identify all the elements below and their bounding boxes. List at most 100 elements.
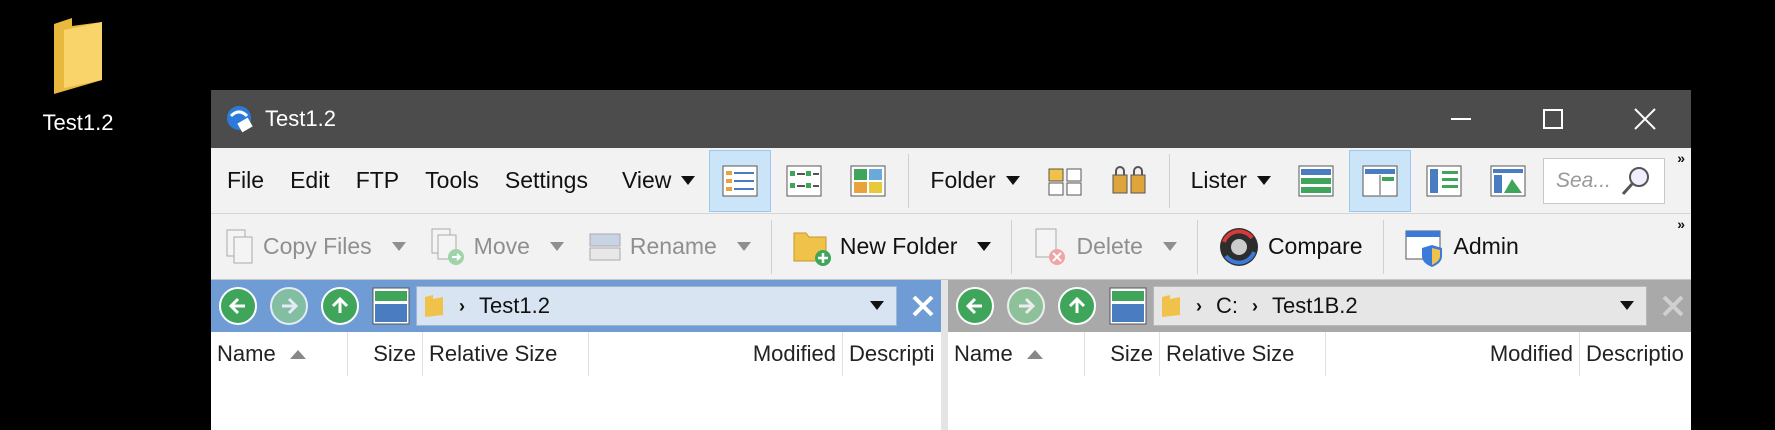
path-breadcrumb[interactable]: › Test1.2 — [416, 286, 897, 326]
parent-folder-button[interactable] — [321, 287, 359, 325]
close-icon — [1662, 295, 1684, 317]
column-description[interactable]: Descripti — [843, 332, 941, 376]
folder-lock-button[interactable] — [1098, 150, 1160, 212]
chevron-down-icon — [1005, 176, 1020, 185]
chevron-down-icon — [391, 242, 406, 251]
new-folder-label: New Folder — [839, 233, 958, 259]
menu-lister[interactable]: Lister — [1178, 148, 1284, 214]
search-field[interactable]: Sea... — [1543, 158, 1665, 204]
layout-horizontal-button[interactable] — [1285, 150, 1347, 212]
arrow-up-icon — [331, 296, 349, 313]
title-bar[interactable]: Test1.2 — [211, 90, 1691, 148]
search-icon — [1621, 167, 1649, 196]
delete-icon — [1035, 228, 1066, 265]
toolbar-separator — [1382, 219, 1384, 274]
overflow-chevron-icon[interactable]: » — [1677, 150, 1685, 166]
action-toolbar: Copy Files Move Rename New Folder Delete… — [211, 214, 1691, 280]
overflow-chevron-icon[interactable]: » — [1677, 216, 1685, 232]
folder-tabs-button[interactable] — [1034, 150, 1096, 212]
layout-viewer-button[interactable] — [1477, 150, 1539, 212]
close-icon — [1634, 108, 1656, 130]
column-name[interactable]: Name — [211, 332, 348, 376]
folder-icon — [54, 18, 102, 94]
column-size[interactable]: Size — [1085, 332, 1160, 376]
rename-button[interactable]: Rename — [576, 214, 763, 280]
breadcrumb-chevron-icon: › — [1252, 295, 1258, 316]
back-button[interactable] — [956, 287, 994, 325]
close-pane-button[interactable] — [905, 286, 941, 326]
back-button[interactable] — [219, 287, 257, 325]
maximize-icon — [1543, 109, 1563, 129]
delete-button[interactable]: Delete — [1020, 214, 1188, 280]
desktop-folder-icon[interactable]: Test1.2 — [28, 14, 128, 136]
view-list-button[interactable] — [773, 150, 835, 212]
forward-button[interactable] — [1007, 287, 1045, 325]
delete-label: Delete — [1076, 233, 1143, 259]
view-thumbnails-button[interactable] — [837, 150, 899, 212]
compare-button[interactable]: Compare — [1206, 214, 1375, 280]
arrow-left-icon — [228, 297, 245, 315]
breadcrumb-chevron-icon: › — [1196, 295, 1202, 316]
minimize-icon — [1451, 118, 1471, 120]
new-folder-icon — [793, 232, 831, 266]
parent-folder-button[interactable] — [1058, 287, 1096, 325]
app-logo-icon — [227, 106, 253, 133]
close-icon — [912, 295, 934, 317]
search-placeholder: Sea... — [1556, 169, 1611, 192]
forward-button[interactable] — [270, 287, 308, 325]
copy-icon — [226, 229, 253, 263]
copy-files-button[interactable]: Copy Files — [211, 214, 418, 280]
arrow-right-icon — [282, 297, 299, 315]
menu-ftp[interactable]: FTP — [343, 148, 412, 214]
column-relative-size[interactable]: Relative Size — [423, 332, 589, 376]
minimize-button[interactable] — [1415, 90, 1507, 148]
layout-toggle-button[interactable] — [372, 287, 410, 325]
left-path-bar: › Test1.2 — [211, 280, 941, 332]
menu-tools[interactable]: Tools — [412, 148, 492, 214]
menu-settings[interactable]: Settings — [492, 148, 601, 214]
move-button[interactable]: Move — [418, 214, 576, 280]
breadcrumb-item[interactable]: C: — [1216, 293, 1238, 319]
desktop-icon-label: Test1.2 — [42, 110, 114, 135]
view-details-button[interactable] — [709, 149, 772, 212]
menu-edit[interactable]: Edit — [277, 148, 343, 214]
column-name[interactable]: Name — [948, 332, 1085, 376]
pane-layout-icon — [372, 287, 410, 325]
menu-folder[interactable]: Folder — [917, 148, 1032, 214]
layout-dual-button[interactable] — [1348, 149, 1411, 212]
dual-panes: › Test1.2 Name Size Relative Size Modifi… — [211, 280, 1691, 430]
chevron-down-icon — [977, 242, 992, 251]
breadcrumb-item[interactable]: Test1B.2 — [1272, 293, 1358, 319]
new-folder-button[interactable]: New Folder — [780, 214, 1004, 280]
menu-file[interactable]: File — [211, 148, 277, 214]
column-modified[interactable]: Modified — [1326, 332, 1580, 376]
close-button[interactable] — [1599, 90, 1691, 148]
right-pane[interactable]: › C: › Test1B.2 Name Size Relative Size … — [941, 280, 1691, 430]
layout-toggle-button[interactable] — [1109, 287, 1147, 325]
admin-button[interactable]: Admin — [1392, 214, 1531, 280]
details-view-icon — [722, 165, 758, 196]
column-size[interactable]: Size — [348, 332, 423, 376]
rename-label: Rename — [629, 233, 717, 259]
folder-icon — [1162, 295, 1180, 317]
column-name-label: Name — [217, 341, 276, 366]
breadcrumb-chevron-icon: › — [459, 295, 465, 316]
menu-bar: File Edit FTP Tools Settings View Folder… — [211, 148, 1691, 214]
folder-tabs-icon — [1048, 168, 1082, 195]
column-description[interactable]: Descriptio — [1580, 332, 1691, 376]
path-history-dropdown-icon[interactable] — [1620, 301, 1634, 310]
path-history-dropdown-icon[interactable] — [870, 301, 884, 310]
toolbar-separator — [770, 219, 772, 274]
breadcrumb-item[interactable]: Test1.2 — [479, 293, 550, 319]
thumbnails-view-icon — [850, 165, 886, 196]
path-breadcrumb[interactable]: › C: › Test1B.2 — [1153, 286, 1647, 326]
maximize-button[interactable] — [1507, 90, 1599, 148]
close-pane-button[interactable] — [1655, 286, 1691, 326]
menu-view[interactable]: View — [609, 148, 708, 214]
layout-tree-button[interactable] — [1413, 150, 1475, 212]
left-pane[interactable]: › Test1.2 Name Size Relative Size Modifi… — [211, 280, 941, 430]
column-headers: Name Size Relative Size Modified Descrip… — [211, 332, 941, 376]
column-modified[interactable]: Modified — [589, 332, 843, 376]
column-relative-size[interactable]: Relative Size — [1160, 332, 1326, 376]
tree-view-icon — [1426, 165, 1462, 196]
